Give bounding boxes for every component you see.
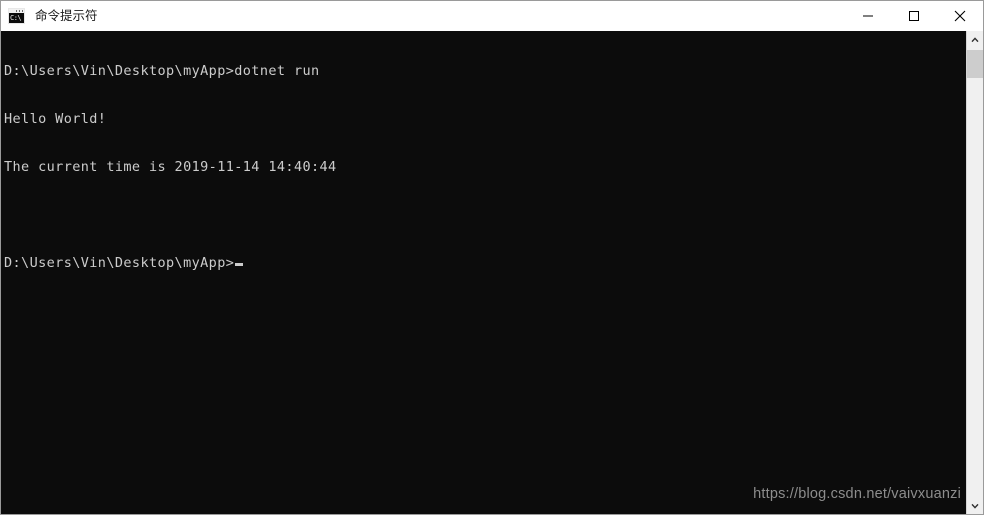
chevron-down-icon <box>971 503 979 509</box>
scroll-down-button[interactable] <box>967 497 983 514</box>
caption-button-group <box>845 1 983 31</box>
text-cursor <box>235 263 244 266</box>
console-line: The current time is 2019-11-14 14:40:44 <box>4 159 337 175</box>
window-title: 命令提示符 <box>35 9 98 23</box>
watermark-url: https://blog.csdn.net/vaivxuanzi <box>753 486 961 502</box>
cmd-icon-prompt-glyph: C:\ <box>10 14 22 22</box>
console-prompt-line: D:\Users\Vin\Desktop\myApp> <box>4 255 337 271</box>
command-prompt-window: C:\ 命令提示符 D:\Users\Vin\Desktop\myApp>dot… <box>0 0 984 515</box>
minimize-button[interactable] <box>845 1 891 31</box>
maximize-button[interactable] <box>891 1 937 31</box>
console-output-area[interactable]: D:\Users\Vin\Desktop\myApp>dotnet run He… <box>1 31 983 514</box>
scroll-up-button[interactable] <box>967 31 983 48</box>
console-line: Hello World! <box>4 111 107 127</box>
console-line: D:\Users\Vin\Desktop\myApp>dotnet run <box>4 63 320 79</box>
minimize-icon <box>863 15 873 17</box>
close-button[interactable] <box>937 1 983 31</box>
console-text-block: D:\Users\Vin\Desktop\myApp>dotnet run He… <box>4 31 337 303</box>
console-prompt: D:\Users\Vin\Desktop\myApp> <box>4 255 235 271</box>
title-bar[interactable]: C:\ 命令提示符 <box>1 1 983 31</box>
chevron-up-icon <box>971 36 979 42</box>
close-icon <box>954 10 966 22</box>
maximize-icon <box>909 11 919 21</box>
vertical-scrollbar[interactable] <box>966 31 983 514</box>
cmd-icon: C:\ <box>8 8 25 24</box>
scrollbar-thumb[interactable] <box>967 50 983 78</box>
